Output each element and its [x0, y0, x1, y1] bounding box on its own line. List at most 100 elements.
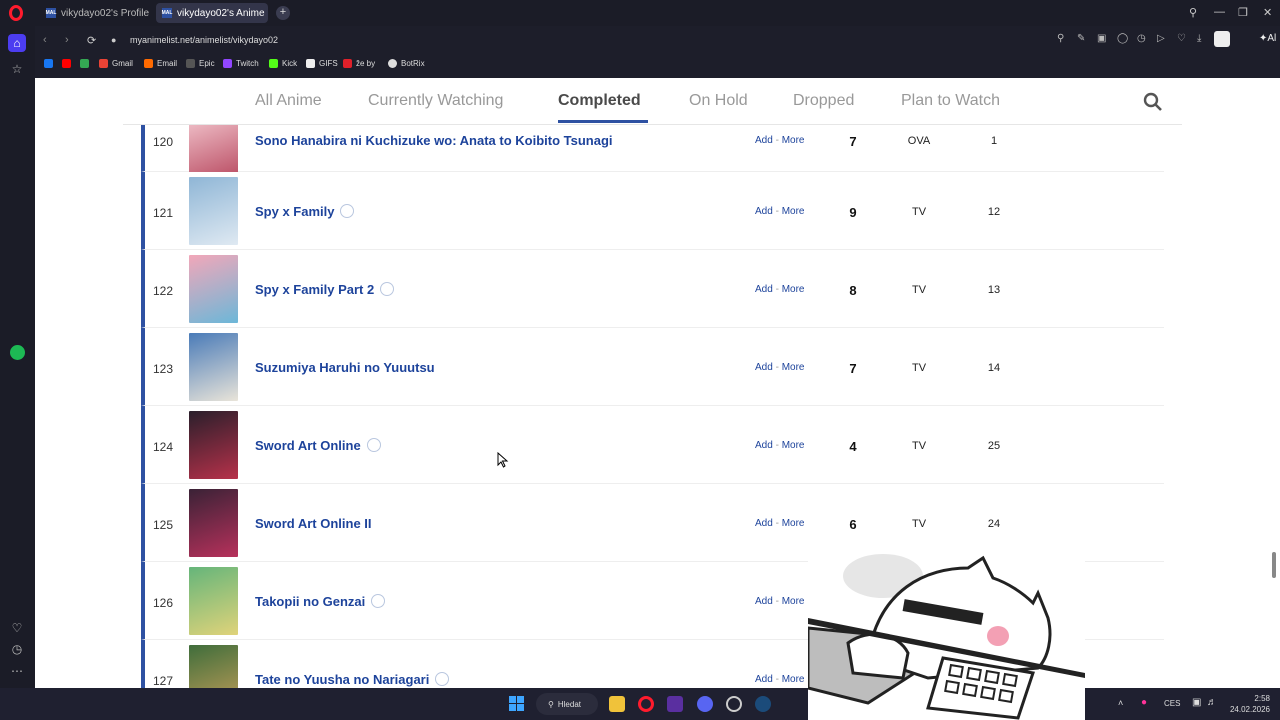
heart-icon[interactable]: ♡ — [1177, 33, 1186, 44]
tray-chevron-icon[interactable]: ˄ — [1118, 698, 1123, 708]
back-button[interactable]: ‹ — [43, 34, 47, 46]
forward-button[interactable]: › — [65, 34, 69, 46]
home-icon[interactable]: ⌂ — [8, 34, 26, 52]
history-icon[interactable]: ◷ — [8, 640, 26, 658]
facebook-icon[interactable] — [44, 59, 53, 68]
add-link[interactable]: Add — [755, 440, 773, 451]
more-link[interactable]: More — [782, 596, 805, 607]
clock-icon[interactable]: ◷ — [1137, 33, 1146, 44]
heart-icon[interactable]: ♡ — [8, 619, 26, 637]
score-value[interactable]: 7 — [841, 134, 865, 149]
anime-cover-image[interactable] — [189, 333, 238, 401]
tab-all-anime[interactable]: All Anime — [255, 92, 322, 110]
taskbar-search[interactable]: ⚲ Hledat — [536, 693, 598, 715]
tab-on-hold[interactable]: On Hold — [689, 92, 748, 110]
microphone-icon[interactable]: ● — [1141, 697, 1147, 708]
app-icon[interactable] — [726, 696, 742, 712]
new-tab-button[interactable]: + — [276, 6, 290, 20]
speed-dial-icon[interactable]: ☆ — [8, 60, 26, 78]
spotify-icon[interactable] — [8, 343, 26, 361]
tab-search-icon[interactable]: ⚲ — [1189, 6, 1197, 19]
score-value[interactable]: 8 — [841, 283, 865, 298]
tab-dropped[interactable]: Dropped — [793, 92, 854, 110]
anime-cover-image[interactable] — [189, 645, 238, 688]
tab-completed[interactable]: Completed — [558, 92, 641, 110]
podcast-icon[interactable] — [340, 204, 355, 218]
opera-taskbar-icon[interactable] — [638, 696, 654, 712]
tab-currently-watching[interactable]: Currently Watching — [368, 92, 503, 110]
anime-title-link[interactable]: Takopii no Genzai — [255, 594, 386, 609]
camera-icon[interactable]: ▣ — [1097, 33, 1106, 44]
search-icon[interactable] — [1143, 92, 1163, 112]
network-icon[interactable]: ▣ — [1192, 697, 1201, 708]
play-icon[interactable]: ▷ — [1157, 33, 1165, 44]
close-window-button[interactable]: ✕ — [1263, 6, 1272, 19]
download-icon[interactable]: ⤓ — [1197, 33, 1201, 44]
more-link[interactable]: More — [782, 206, 805, 217]
anime-cover-image[interactable] — [189, 567, 238, 635]
anime-title-link[interactable]: Tate no Yuusha no Nariagari — [255, 672, 450, 687]
bookmark-gmail[interactable]: Gmail — [99, 59, 133, 68]
nzxt-icon[interactable] — [667, 696, 683, 712]
tab-anime-list[interactable]: MAL vikydayo02's Anime List — [156, 3, 268, 23]
tab-profile[interactable]: MAL vikydayo02's Profile - MyA — [40, 3, 152, 23]
opera-logo-icon[interactable] — [9, 5, 23, 21]
clock[interactable]: 2:58 24.02.2026 — [1226, 693, 1270, 715]
minimize-button[interactable]: — — [1214, 6, 1225, 18]
file-explorer-icon[interactable] — [609, 696, 625, 712]
add-link[interactable]: Add — [755, 284, 773, 295]
more-link[interactable]: More — [782, 362, 805, 373]
anime-cover-image[interactable] — [189, 489, 238, 557]
shield-icon[interactable]: ◯ — [1117, 33, 1128, 44]
more-link[interactable]: More — [782, 674, 805, 685]
add-link[interactable]: Add — [755, 206, 773, 217]
add-link[interactable]: Add — [755, 518, 773, 529]
add-link[interactable]: Add — [755, 596, 773, 607]
podcast-icon[interactable] — [380, 282, 395, 296]
youtube-icon[interactable] — [62, 59, 71, 68]
bookmark-kick[interactable]: Kick — [269, 59, 297, 68]
edit-icon[interactable]: ✎ — [1077, 33, 1085, 44]
reload-button[interactable]: ⟳ — [87, 34, 96, 47]
steam-icon[interactable] — [755, 696, 771, 712]
more-icon[interactable]: ⋯ — [8, 662, 26, 680]
find-icon[interactable]: ⚲ — [1057, 33, 1064, 44]
tab-plan-to-watch[interactable]: Plan to Watch — [901, 92, 1000, 110]
scrollbar-thumb[interactable] — [1272, 552, 1276, 578]
podcast-icon[interactable] — [435, 672, 450, 686]
anime-title-link[interactable]: Suzumiya Haruhi no Yuuutsu — [255, 360, 435, 375]
bookmark-epic[interactable]: Epic — [186, 59, 215, 68]
maximize-button[interactable]: ❐ — [1238, 6, 1248, 19]
add-link[interactable]: Add — [755, 362, 773, 373]
bookmark-email[interactable]: Email — [144, 59, 177, 68]
score-value[interactable]: 7 — [841, 361, 865, 376]
anime-title-link[interactable]: Spy x Family Part 2 — [255, 282, 395, 297]
ai-button[interactable]: ✦Al — [1259, 33, 1276, 44]
podcast-icon[interactable] — [371, 594, 386, 608]
anime-cover-image[interactable] — [189, 177, 238, 245]
anime-title-link[interactable]: Sword Art Online II — [255, 516, 372, 531]
anime-cover-image[interactable] — [189, 411, 238, 479]
anime-cover-image[interactable] — [189, 255, 238, 323]
bookmark-botrix[interactable]: BotRix — [388, 59, 425, 68]
more-link[interactable]: More — [782, 440, 805, 451]
bookmark-icon[interactable] — [80, 59, 89, 68]
windows-start-icon[interactable] — [509, 696, 525, 712]
add-link[interactable]: Add — [755, 674, 773, 685]
bookmark-ze-by[interactable]: že by — [343, 59, 375, 68]
more-link[interactable]: More — [782, 518, 805, 529]
anime-title-link[interactable]: Sono Hanabira ni Kuchizuke wo: Anata to … — [255, 133, 613, 148]
profile-avatar[interactable] — [1214, 31, 1230, 47]
score-value[interactable]: 9 — [841, 205, 865, 220]
language-indicator[interactable]: CES — [1164, 699, 1180, 708]
more-link[interactable]: More — [782, 284, 805, 295]
discord-icon[interactable] — [697, 696, 713, 712]
score-value[interactable]: 4 — [841, 439, 865, 454]
anime-title-link[interactable]: Spy x Family — [255, 204, 355, 219]
url-field[interactable]: myanimelist.net/animelist/vikydayo02 — [130, 35, 278, 45]
bookmark-gifs[interactable]: GIFS — [306, 59, 338, 68]
podcast-icon[interactable] — [366, 438, 381, 452]
score-value[interactable]: 6 — [841, 517, 865, 532]
volume-icon[interactable]: ♬ — [1207, 697, 1217, 708]
more-link[interactable]: More — [782, 135, 805, 146]
